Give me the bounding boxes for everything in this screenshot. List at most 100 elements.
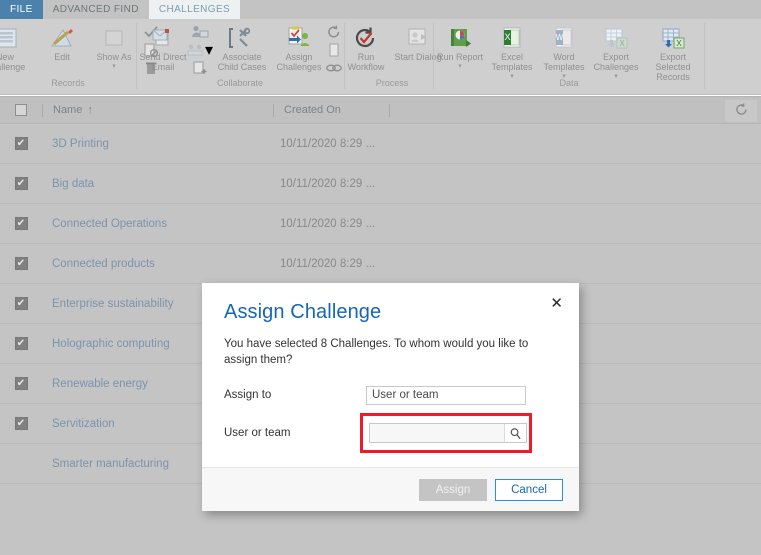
column-header-name[interactable]: Name ↑	[43, 104, 273, 116]
send-direct-email-button[interactable]: Send Direct Email	[137, 22, 189, 72]
table-row[interactable]: ✔ Connected Operations 10/11/2020 8:29 .…	[0, 204, 761, 244]
ribbon: New Challenge Edit	[0, 19, 761, 95]
start-dialog-icon	[405, 24, 431, 52]
run-report-caret-icon: ▾	[458, 63, 462, 70]
group-name-collaborate: Collaborate	[216, 78, 264, 88]
tab-challenges[interactable]: CHALLENGES	[148, 0, 241, 19]
column-header-created-on[interactable]: Created On	[274, 104, 389, 116]
row-checkbox[interactable]: ✔	[14, 257, 28, 270]
table-row[interactable]: ✔ 3D Printing 10/11/2020 8:29 ...	[0, 124, 761, 164]
row-select-cell[interactable]	[0, 457, 42, 470]
user-or-team-lookup[interactable]	[369, 423, 527, 443]
row-select-cell[interactable]: ✔	[0, 297, 42, 310]
row-checkbox[interactable]: ✔	[14, 137, 28, 150]
cell-name[interactable]: Connected products	[42, 258, 272, 270]
send-direct-email-label: Send Direct Email	[139, 52, 187, 72]
row-select-cell[interactable]: ✔	[0, 217, 42, 230]
export-challenges-button[interactable]: X Export Challenges ▾	[590, 22, 642, 82]
connection-person-icon[interactable]	[191, 24, 209, 40]
row-checkbox[interactable]: ✔	[14, 417, 28, 430]
tab-file[interactable]: FILE	[0, 0, 43, 19]
table-row[interactable]: ✔ Big data 10/11/2020 8:29 ...	[0, 164, 761, 204]
group-name-records: Records	[51, 78, 85, 88]
run-workflow-label: Run Workflow	[347, 52, 385, 72]
user-or-team-label: User or team	[224, 427, 291, 439]
assign-clipboard-icon	[285, 24, 313, 52]
excel-template-icon: X	[499, 24, 525, 52]
excel-templates-button[interactable]: X Excel Templates ▾	[486, 22, 538, 82]
table-row[interactable]: ✔ Connected products 10/11/2020 8:29 ...	[0, 244, 761, 284]
cell-created-on: 10/11/2020 8:29 ...	[280, 257, 376, 270]
dialog-body: ✕ Assign Challenge You have selected 8 C…	[202, 283, 579, 453]
row-checkbox[interactable]: ✔	[14, 337, 28, 350]
cancel-button[interactable]: Cancel	[495, 478, 563, 501]
row-select-cell[interactable]: ✔	[0, 137, 42, 150]
cell-name[interactable]: Big data	[42, 178, 272, 190]
ribbon-group-collaborate: Send Direct Email ▾ Associate Child Case…	[137, 19, 343, 95]
run-report-icon	[447, 24, 473, 52]
row-select-cell[interactable]: ✔	[0, 417, 42, 430]
edit-pencil-ruler-icon	[49, 24, 75, 52]
export-selected-icon: X	[659, 24, 687, 52]
row-checkbox[interactable]	[15, 457, 28, 470]
row-checkbox[interactable]: ✔	[14, 377, 28, 390]
group-name-process: Process	[375, 78, 409, 88]
ribbon-group-data: Run Report ▾ X Excel Templates ▾ W Word …	[434, 19, 704, 95]
svg-text:W: W	[556, 33, 564, 42]
row-select-cell[interactable]: ✔	[0, 337, 42, 350]
associate-child-cases-button[interactable]: Associate Child Cases	[211, 22, 273, 72]
assign-button[interactable]: Assign	[419, 478, 487, 501]
close-icon[interactable]: ✕	[550, 296, 563, 311]
cell-name[interactable]: Connected Operations	[42, 218, 272, 230]
run-workflow-icon	[353, 24, 379, 52]
dialog-footer: Assign Cancel	[202, 467, 579, 511]
tab-advanced-find[interactable]: ADVANCED FIND	[43, 0, 149, 19]
new-challenge-button[interactable]: New Challenge	[0, 22, 36, 72]
word-template-icon: W	[551, 24, 577, 52]
row-select-cell[interactable]: ✔	[0, 257, 42, 270]
associate-child-cases-icon	[228, 24, 256, 52]
cell-name[interactable]: 3D Printing	[42, 138, 272, 150]
email-icon	[150, 24, 176, 52]
refresh-button[interactable]	[725, 100, 757, 122]
select-all-cell[interactable]	[0, 104, 42, 116]
assign-challenges-button[interactable]: Assign Challenges	[273, 22, 325, 72]
export-selected-records-label: Export Selected Records	[655, 52, 691, 82]
export-selected-records-button[interactable]: X Export Selected Records	[642, 22, 704, 82]
show-as-icon	[101, 24, 127, 52]
row-checkbox[interactable]: ✔	[14, 177, 28, 190]
svg-text:X: X	[504, 32, 510, 42]
dialog-title: Assign Challenge	[224, 301, 382, 323]
word-templates-label: Word Templates	[543, 52, 585, 72]
grid-header-row: Name ↑ Created On	[0, 96, 761, 124]
row-checkbox[interactable]: ✔	[14, 217, 28, 230]
application-window: ·· ·· ·· ·· ·· FILE ADVANCED FIND CHALLE…	[0, 0, 761, 555]
svg-text:X: X	[676, 39, 682, 48]
assign-to-select[interactable]: User or team	[366, 385, 526, 405]
share-people-icon[interactable]: ▾	[187, 42, 213, 59]
search-icon[interactable]	[504, 424, 526, 442]
edit-label: Edit	[54, 52, 70, 62]
cell-created-on: 10/11/2020 8:29 ...	[280, 177, 376, 190]
user-or-team-input[interactable]	[370, 424, 504, 442]
assign-challenge-dialog: ✕ Assign Challenge You have selected 8 C…	[202, 283, 579, 511]
word-templates-button[interactable]: W Word Templates ▾	[538, 22, 590, 82]
refresh-icon	[735, 103, 748, 119]
dialog-description: You have selected 8 Challenges. To whom …	[224, 338, 529, 366]
row-select-cell[interactable]: ✔	[0, 177, 42, 190]
ribbon-tab-bar: FILE ADVANCED FIND CHALLENGES	[0, 0, 761, 19]
show-as-button[interactable]: Show As ▾	[88, 22, 140, 72]
row-select-cell[interactable]: ✔	[0, 377, 42, 390]
assign-to-row: Assign to User or team	[224, 382, 557, 408]
row-checkbox[interactable]: ✔	[14, 297, 28, 310]
select-all-checkbox[interactable]	[15, 104, 27, 116]
edit-button[interactable]: Edit	[36, 22, 88, 62]
run-report-button[interactable]: Run Report ▾	[434, 22, 486, 72]
svg-text:X: X	[619, 39, 625, 48]
run-workflow-button[interactable]: Run Workflow	[340, 22, 392, 72]
show-as-caret-icon: ▾	[112, 63, 116, 70]
add-to-queue-icon[interactable]	[191, 60, 209, 76]
collaborate-small-buttons: ▾	[187, 22, 213, 76]
associate-child-cases-label: Associate Child Cases	[217, 52, 267, 72]
user-or-team-row: User or team	[224, 413, 557, 453]
